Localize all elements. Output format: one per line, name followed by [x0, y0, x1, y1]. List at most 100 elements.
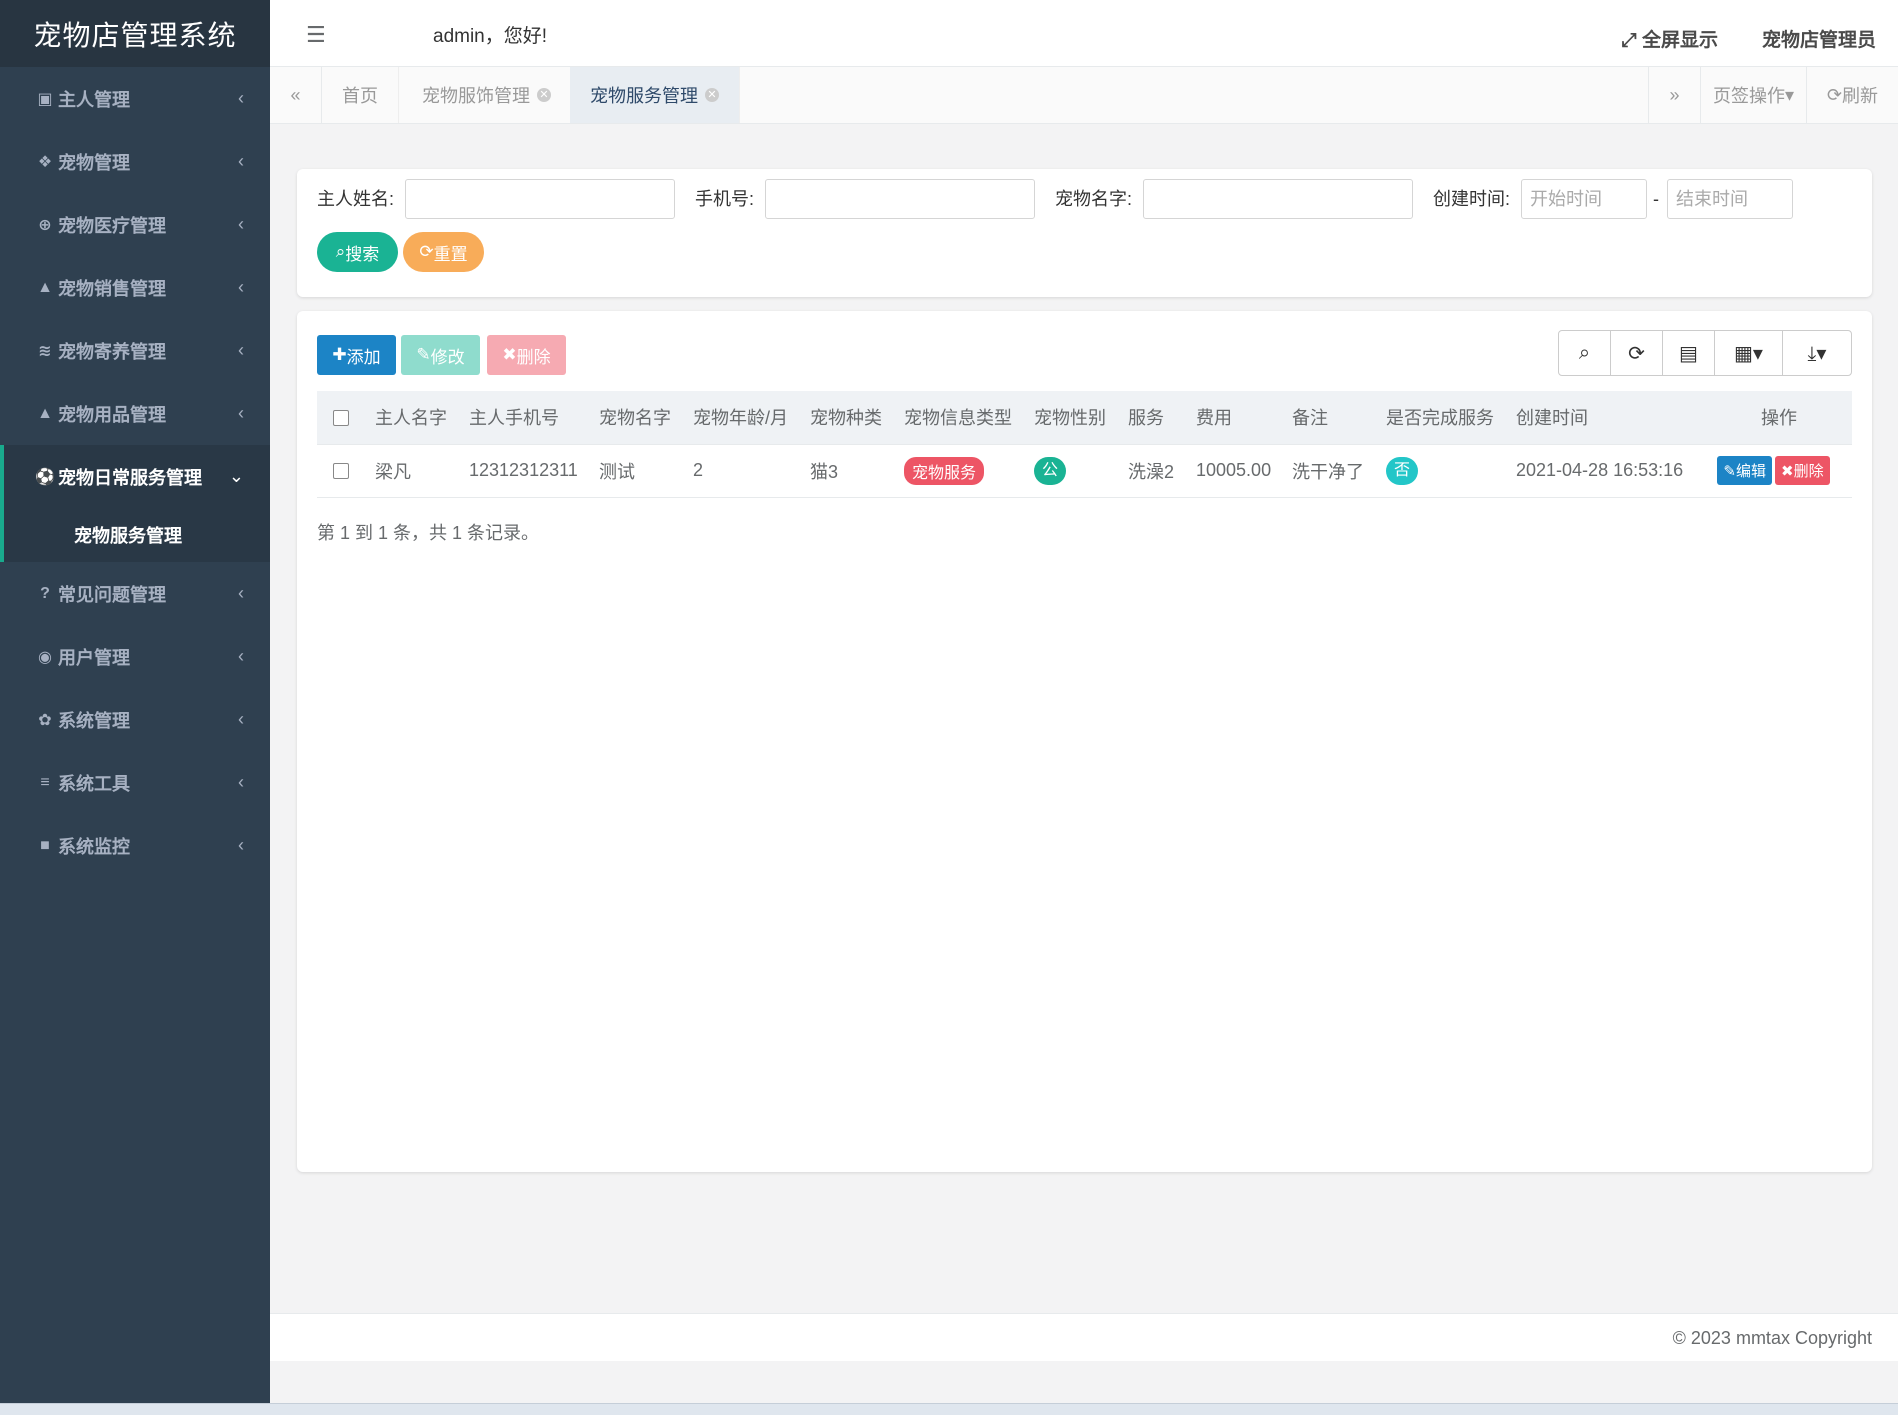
- close-icon[interactable]: ✕: [705, 88, 719, 102]
- start-time-input[interactable]: 开始时间: [1521, 179, 1647, 219]
- cell-info-type: 宠物服务: [896, 444, 1026, 498]
- refresh-icon[interactable]: ⟳: [1611, 331, 1663, 375]
- pagination-info: 第 1 到 1 条，共 1 条记录。: [317, 523, 540, 543]
- fullscreen-label: 全屏显示: [1641, 30, 1718, 51]
- sidebar-item-boarding[interactable]: ≋ 宠物寄养管理 ‹: [0, 319, 270, 382]
- tab-home[interactable]: 首页: [322, 67, 399, 123]
- topbar: ☰ admin，您好! ⤢ 全屏显示 宠物店管理员: [270, 0, 1898, 67]
- sidebar-item-supplies[interactable]: ▲ 宠物用品管理 ‹: [0, 382, 270, 445]
- phone-input[interactable]: [765, 179, 1035, 219]
- th-note[interactable]: 备注: [1284, 391, 1378, 445]
- refresh-icon: ⟳: [1826, 84, 1843, 105]
- th-fee[interactable]: 费用: [1188, 391, 1284, 445]
- brand-title: 宠物店管理系统: [0, 0, 270, 67]
- close-icon[interactable]: ✕: [537, 88, 551, 102]
- th-pet-kind[interactable]: 宠物种类: [802, 391, 896, 445]
- sidebar-item-monitor[interactable]: ■ 系统监控 ‹: [0, 814, 270, 877]
- th-phone[interactable]: 主人手机号: [461, 391, 591, 445]
- cell-service: 洗澡2: [1120, 444, 1188, 498]
- delete-button[interactable]: ✖ 删除: [487, 335, 566, 375]
- data-table: 主人名字 主人手机号 宠物名字 宠物年龄/月 宠物种类 宠物信息类型 宠物性别 …: [317, 391, 1852, 498]
- row-edit-button[interactable]: ✎编辑: [1717, 456, 1772, 485]
- greeting-text: admin，您好!: [433, 26, 548, 47]
- hamburger-menu-icon[interactable]: ☰: [306, 22, 326, 48]
- th-info-type[interactable]: 宠物信息类型: [896, 391, 1026, 445]
- tab-pet-service[interactable]: 宠物服务管理 ✕: [570, 67, 740, 123]
- row-delete-button[interactable]: ✖删除: [1775, 456, 1830, 485]
- soccer-ball-icon: ⚽: [35, 468, 55, 486]
- edit-label: 修改: [430, 347, 465, 367]
- sidebar-item-system[interactable]: ✿ 系统管理 ‹: [0, 688, 270, 751]
- search-icon: ⌕: [335, 242, 346, 261]
- fullscreen-button[interactable]: ⤢ 全屏显示: [1622, 25, 1719, 52]
- created-time-label: 创建时间:: [1433, 189, 1511, 209]
- chevron-left-icon: ‹: [238, 583, 244, 603]
- reset-button-label: 重置: [433, 244, 468, 264]
- export-dropdown-icon[interactable]: ⤓▾: [1783, 331, 1851, 375]
- pet-name-input[interactable]: [1143, 179, 1413, 219]
- tab-operations-dropdown[interactable]: 页签操作 ▾: [1700, 67, 1806, 123]
- sidebar-item-faq[interactable]: ? 常见问题管理 ‹: [0, 562, 270, 625]
- sidebar-item-sales[interactable]: ▲ 宠物销售管理 ‹: [0, 256, 270, 319]
- chevron-left-icon: ‹: [238, 772, 244, 792]
- columns-dropdown-icon[interactable]: ▦▾: [1715, 331, 1783, 375]
- sidebar-item-label: 常见问题管理: [58, 584, 166, 605]
- tab-ops-label: 页签操作: [1712, 86, 1785, 106]
- tabs-bar: « 首页 宠物服饰管理 ✕ 宠物服务管理 ✕ » 页签操作 ▾ ⟳ 刷新: [270, 67, 1898, 124]
- paw-icon: ❖: [37, 153, 53, 171]
- chevron-left-icon: ‹: [238, 646, 244, 666]
- refresh-icon: ⟳: [419, 242, 434, 261]
- row-checkbox[interactable]: [333, 463, 349, 480]
- tab-pet-clothing[interactable]: 宠物服饰管理 ✕: [402, 67, 572, 123]
- search-toggle-icon[interactable]: ⌕: [1559, 331, 1611, 375]
- user-circle-icon: ◉: [38, 648, 52, 666]
- sidebar-item-owner[interactable]: ▣ 主人管理 ‹: [0, 67, 270, 130]
- edit-button[interactable]: ✎ 修改: [401, 335, 480, 375]
- times-icon: ✖: [502, 345, 517, 364]
- sidebar-item-users[interactable]: ◉ 用户管理 ‹: [0, 625, 270, 688]
- footer: © 2023 mmtax Copyright: [270, 1313, 1898, 1361]
- cell-done: 否: [1378, 444, 1508, 498]
- phone-label: 手机号:: [695, 189, 755, 209]
- th-pet-name[interactable]: 宠物名字: [591, 391, 685, 445]
- end-time-input[interactable]: 结束时间: [1667, 179, 1793, 219]
- sidebar-item-label: 宠物医疗管理: [58, 215, 166, 236]
- select-all-checkbox[interactable]: [333, 410, 349, 426]
- sidebar-item-pet[interactable]: ❖ 宠物管理 ‹: [0, 130, 270, 193]
- th-service[interactable]: 服务: [1120, 391, 1188, 445]
- th-created[interactable]: 创建时间: [1508, 391, 1698, 445]
- cell-pet-kind: 猫3: [802, 444, 896, 498]
- tab-label: 宠物服饰管理: [422, 86, 530, 106]
- list-view-icon[interactable]: ▤: [1663, 331, 1715, 375]
- select-all-cell: [317, 391, 367, 445]
- th-pet-age[interactable]: 宠物年龄/月: [685, 391, 802, 445]
- th-done[interactable]: 是否完成服务: [1378, 391, 1508, 445]
- sidebar-item-label: 系统监控: [58, 836, 130, 857]
- sidebar-subitem-pet-service[interactable]: 宠物服务管理: [4, 508, 270, 562]
- sidebar-item-label: 宠物寄养管理: [58, 341, 166, 362]
- refresh-button[interactable]: ⟳ 刷新: [1806, 67, 1898, 123]
- th-gender[interactable]: 宠物性别: [1026, 391, 1120, 445]
- row-select-cell: [317, 444, 367, 498]
- table-tools: ⌕ ⟳ ▤ ▦▾ ⤓▾: [1558, 330, 1852, 376]
- question-circle-icon: ?: [40, 584, 50, 602]
- owner-name-input[interactable]: [405, 179, 675, 219]
- sidebar-item-tools[interactable]: ≡ 系统工具 ‹: [0, 751, 270, 814]
- reset-button[interactable]: ⟳ 重置: [403, 232, 484, 272]
- cell-phone: 12312312311: [461, 444, 591, 498]
- bell-icon: ▲: [37, 278, 53, 296]
- sidebar-item-label: 系统工具: [58, 773, 130, 794]
- th-owner[interactable]: 主人名字: [367, 391, 461, 445]
- tabs-scroll-left-icon[interactable]: «: [270, 67, 322, 123]
- table-row[interactable]: 梁凡 12312312311 测试 2 猫3 宠物服务 公 洗澡2 10005.…: [317, 444, 1852, 498]
- user-menu[interactable]: 宠物店管理员: [1762, 25, 1876, 52]
- plus-icon: ✚: [332, 345, 347, 364]
- add-button[interactable]: ✚ 添加: [317, 335, 396, 375]
- cell-pet-age: 2: [685, 444, 802, 498]
- sidebar-item-medical[interactable]: ⊕ 宠物医疗管理 ‹: [0, 193, 270, 256]
- sidebar-item-label: 宠物管理: [58, 152, 130, 173]
- tabs-scroll-right-icon[interactable]: »: [1648, 67, 1700, 123]
- search-button[interactable]: ⌕ 搜索: [317, 232, 398, 272]
- sidebar-item-daily-service[interactable]: ⚽ 宠物日常服务管理 ⌄: [0, 445, 270, 508]
- caret-down-icon: ▾: [1784, 84, 1795, 105]
